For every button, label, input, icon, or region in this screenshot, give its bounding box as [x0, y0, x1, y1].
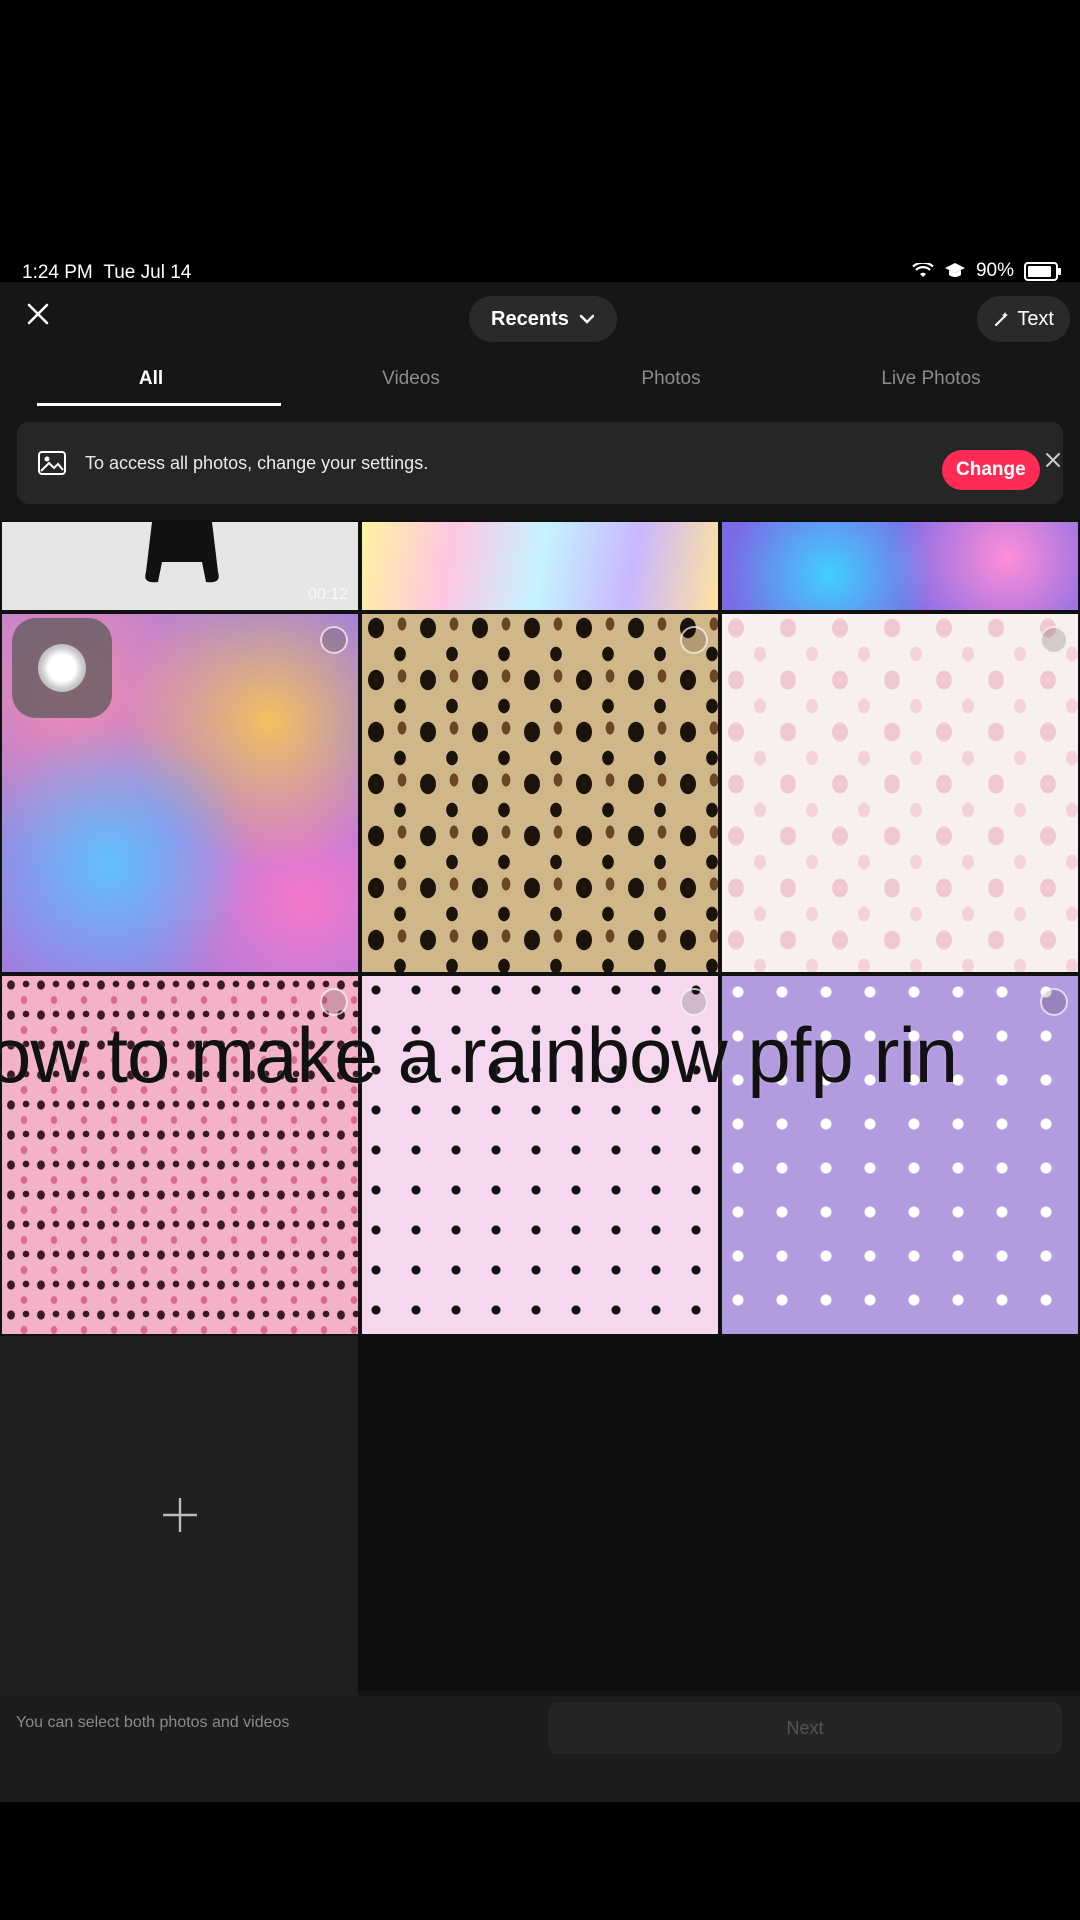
pencil-icon: [995, 312, 1009, 326]
select-circle[interactable]: [1040, 626, 1068, 654]
media-thumb-galaxy-swirl[interactable]: [720, 520, 1080, 612]
photo-access-banner: To access all photos, change your settin…: [17, 422, 1063, 504]
media-tabs: All Videos Photos Live Photos: [0, 354, 1080, 406]
media-thumb-pink-leopard-light[interactable]: [720, 612, 1080, 974]
change-settings-button[interactable]: Change: [942, 450, 1040, 490]
banner-message: To access all photos, change your settin…: [85, 453, 429, 473]
text-button[interactable]: Text: [977, 296, 1070, 342]
close-icon[interactable]: [20, 296, 56, 332]
graduation-cap-icon: [944, 263, 965, 277]
tab-videos[interactable]: Videos: [281, 354, 541, 404]
wifi-icon: [912, 263, 934, 277]
album-dropdown[interactable]: Recents: [469, 296, 617, 342]
add-media-tile[interactable]: [0, 1336, 358, 1696]
empty-grid-area: [358, 1336, 1080, 1691]
next-button[interactable]: Next: [548, 1702, 1062, 1754]
assistive-touch-icon: [38, 644, 86, 692]
picker-footer: You can select both photos and videos Ne…: [0, 1696, 1080, 1802]
picker-header: Recents Text: [0, 282, 1080, 354]
album-label: Recents: [491, 307, 569, 330]
select-circle[interactable]: [320, 626, 348, 654]
select-circle[interactable]: [680, 626, 708, 654]
media-thumb-pastel-gradient[interactable]: [360, 520, 720, 612]
video-duration: 00:12: [307, 586, 348, 603]
video-caption-overlay: ow to make a rainbow pfp rin: [0, 1011, 958, 1099]
plus-icon: [163, 1498, 197, 1532]
selection-hint: You can select both photos and videos: [16, 1714, 290, 1731]
media-thumb-leopard[interactable]: [360, 612, 720, 974]
text-button-label: Text: [1017, 307, 1054, 330]
chevron-down-icon: [579, 314, 595, 324]
battery-icon: [1024, 261, 1061, 281]
status-time: 1:24 PM Tue Jul 14: [22, 262, 192, 283]
photo-icon: [38, 451, 66, 475]
media-thumb-video[interactable]: 00:12: [0, 520, 360, 612]
figure-icon: [145, 522, 219, 583]
battery-percent: 90%: [975, 260, 1014, 281]
banner-close-icon[interactable]: [1045, 452, 1061, 468]
tab-photos[interactable]: Photos: [541, 354, 801, 404]
tab-all[interactable]: All: [21, 354, 281, 406]
assistive-touch-button[interactable]: [12, 618, 112, 718]
tab-live-photos[interactable]: Live Photos: [801, 354, 1061, 404]
